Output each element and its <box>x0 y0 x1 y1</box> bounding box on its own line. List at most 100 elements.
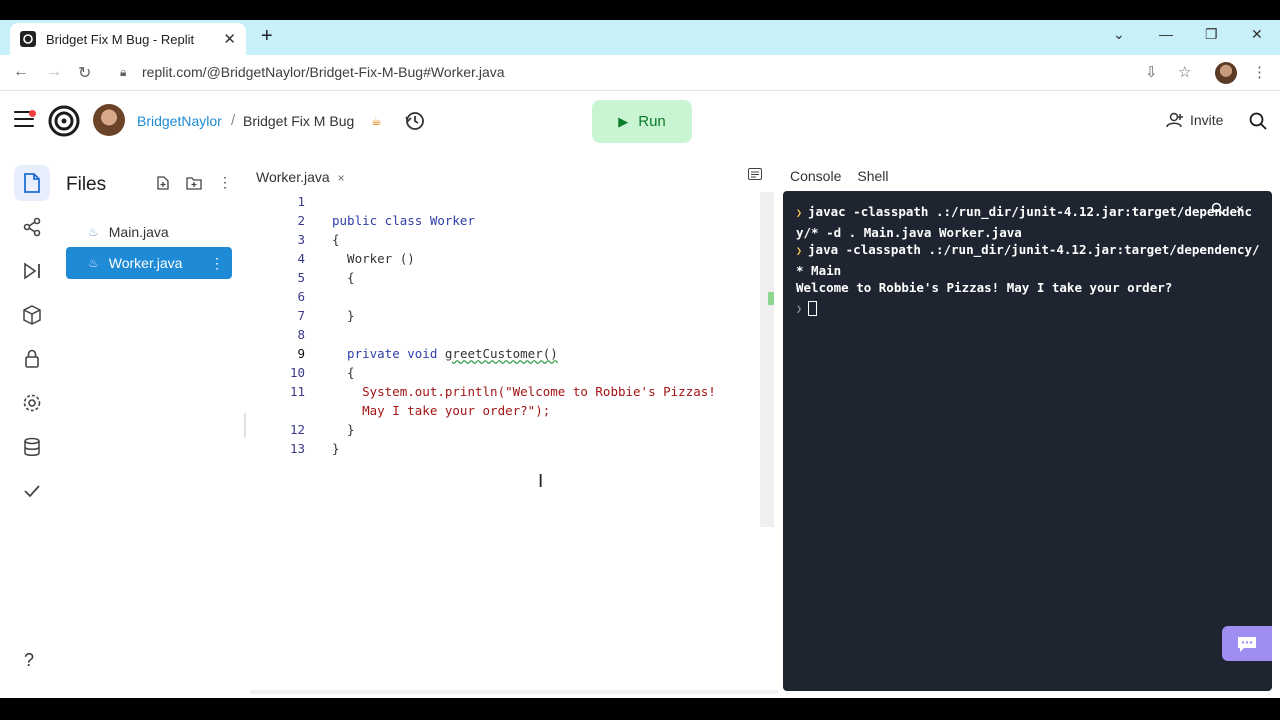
console-input-line[interactable]: ❯ <box>796 298 1261 319</box>
packages-icon[interactable] <box>14 297 50 333</box>
console-text: javac -classpath .:/run_dir/junit-4.12.j… <box>796 204 1253 240</box>
install-app-icon[interactable]: ⇩ <box>1145 63 1158 81</box>
code-line-current: 9 private void greetCustomer() <box>250 344 760 363</box>
help-icon[interactable]: ? <box>24 650 34 671</box>
close-editor-tab-icon[interactable]: × <box>338 171 345 185</box>
line-number: 3 <box>297 232 305 247</box>
run-label: Run <box>638 113 666 130</box>
console-output[interactable]: ❯ javac -classpath .:/run_dir/junit-4.12.… <box>783 191 1272 691</box>
code-text: May I take your order?"); <box>332 403 551 418</box>
browser-tabstrip: Bridget Fix M Bug - Replit ✕ + ⌄ — ❐ ✕ <box>0 20 1280 55</box>
code-text: public class Worker <box>332 213 475 228</box>
files-panel: Files ⋮ ♨ Main.java ♨ Worker.java ⋮ <box>60 151 244 698</box>
new-folder-icon[interactable] <box>186 176 202 190</box>
tool-rail: ? <box>0 151 60 698</box>
browser-toolbar: ← → ↻ 🔒︎ replit.com/@BridgetNaylor/Bridg… <box>0 55 1280 91</box>
editor-tab-label: Worker.java <box>256 169 330 185</box>
code-text: } <box>332 441 340 456</box>
browser-profile-avatar[interactable] <box>1215 62 1237 84</box>
invite-icon <box>1166 112 1183 128</box>
history-icon[interactable] <box>404 110 426 132</box>
url-field[interactable]: replit.com/@BridgetNaylor/Bridget-Fix-M-… <box>142 64 505 80</box>
panel-resize-handle[interactable] <box>244 413 246 437</box>
reload-icon[interactable]: ↻ <box>78 63 91 83</box>
files-menu-icon[interactable]: ⋮ <box>218 175 232 190</box>
file-options-icon[interactable]: ⋮ <box>210 255 224 272</box>
code-line: 6 <box>250 287 760 306</box>
invite-button[interactable]: Invite <box>1166 112 1223 128</box>
tab-shell[interactable]: Shell <box>857 168 888 184</box>
text-cursor-icon: I <box>538 471 544 492</box>
file-item-worker-java[interactable]: ♨ Worker.java ⋮ <box>66 247 232 279</box>
invite-label: Invite <box>1190 112 1224 128</box>
debugger-icon[interactable] <box>14 253 50 289</box>
replit-logo[interactable] <box>48 105 80 137</box>
console-search-icon[interactable] <box>1211 202 1224 215</box>
breadcrumb-separator: / <box>231 112 236 129</box>
restore-icon[interactable]: ❐ <box>1205 26 1218 43</box>
code-line: 4 Worker () <box>250 249 760 268</box>
replit-favicon-icon <box>20 31 36 47</box>
method-name-warning: greetCustomer() <box>444 346 558 361</box>
code-text: System.out.println("Welcome to Robbie's … <box>332 384 716 399</box>
files-title: Files <box>66 174 107 195</box>
code-line: 12 } <box>250 420 760 439</box>
code-text: { <box>332 270 355 285</box>
search-icon[interactable] <box>1249 112 1267 130</box>
clear-console-icon[interactable]: ✕ <box>1236 202 1244 217</box>
username-link[interactable]: BridgetNaylor <box>137 113 222 129</box>
console-line: ❯ java -classpath .:/run_dir/junit-4.12.j… <box>796 240 1261 280</box>
prompt-icon: ❯ <box>796 208 803 219</box>
prompt-icon: ❯ <box>796 304 803 315</box>
close-window-icon[interactable]: ✕ <box>1251 26 1263 43</box>
file-name: Worker.java <box>108 255 183 271</box>
replit-app: BridgetNaylor / Bridget Fix M Bug ☕︎ ▶ R… <box>0 91 1280 698</box>
git-icon[interactable] <box>14 209 50 245</box>
repl-name[interactable]: Bridget Fix M Bug <box>243 113 354 129</box>
code-line: 3{ <box>250 230 760 249</box>
chat-icon <box>1238 636 1256 652</box>
close-tab-icon[interactable]: ✕ <box>223 30 236 48</box>
database-icon[interactable] <box>14 429 50 465</box>
bookmark-star-icon[interactable]: ☆ <box>1178 63 1191 81</box>
editor-tab-worker-java[interactable]: Worker.java × <box>256 169 345 185</box>
play-icon: ▶ <box>618 113 629 129</box>
line-number: 1 <box>297 194 305 209</box>
editor-scrollbar[interactable] <box>760 192 774 527</box>
run-button[interactable]: ▶ Run <box>592 100 692 143</box>
minimize-icon[interactable]: — <box>1159 26 1173 42</box>
editor-bottom-scrollbar[interactable] <box>250 690 778 694</box>
files-icon[interactable] <box>14 165 50 201</box>
console-line: ❯ javac -classpath .:/run_dir/junit-4.12.… <box>796 202 1261 242</box>
code-line: 1 <box>250 192 760 211</box>
chat-button[interactable] <box>1222 626 1272 661</box>
line-number: 7 <box>297 308 305 323</box>
console-text: java -classpath .:/run_dir/junit-4.12.ja… <box>796 242 1260 278</box>
code-line: 5 { <box>250 268 760 287</box>
settings-icon[interactable] <box>14 385 50 421</box>
code-line: 11 System.out.println("Welcome to Robbie… <box>250 382 760 401</box>
line-number: 12 <box>289 422 305 437</box>
forward-icon[interactable]: → <box>46 63 62 81</box>
tab-console[interactable]: Console <box>790 168 841 184</box>
back-icon[interactable]: ← <box>13 63 29 81</box>
prompt-icon: ❯ <box>796 246 803 257</box>
code-text: private void greetCustomer() <box>332 346 558 361</box>
code-editor[interactable]: Worker.java × 1 2 public class Worker 3{ 4… <box>250 151 778 698</box>
browser-tab[interactable]: Bridget Fix M Bug - Replit ✕ <box>10 23 246 55</box>
code-line: 10 { <box>250 363 760 382</box>
secrets-icon[interactable] <box>14 341 50 377</box>
new-tab-icon[interactable]: + <box>261 25 273 48</box>
screen: Bridget Fix M Bug - Replit ✕ + ⌄ — ❐ ✕ ←… <box>0 0 1280 720</box>
line-number: 13 <box>289 441 305 456</box>
java-file-icon: ♨ <box>88 256 99 270</box>
tab-search-icon[interactable]: ⌄ <box>1113 26 1125 43</box>
file-item-main-java[interactable]: ♨ Main.java <box>66 216 232 248</box>
user-avatar[interactable] <box>93 104 125 136</box>
tests-icon[interactable] <box>14 473 50 509</box>
scrollbar-change-marker <box>768 292 774 305</box>
files-actions: ⋮ <box>156 175 232 190</box>
new-file-icon[interactable] <box>156 176 170 190</box>
browser-menu-icon[interactable]: ⋮ <box>1252 63 1267 81</box>
editor-menu-icon[interactable] <box>748 168 762 180</box>
